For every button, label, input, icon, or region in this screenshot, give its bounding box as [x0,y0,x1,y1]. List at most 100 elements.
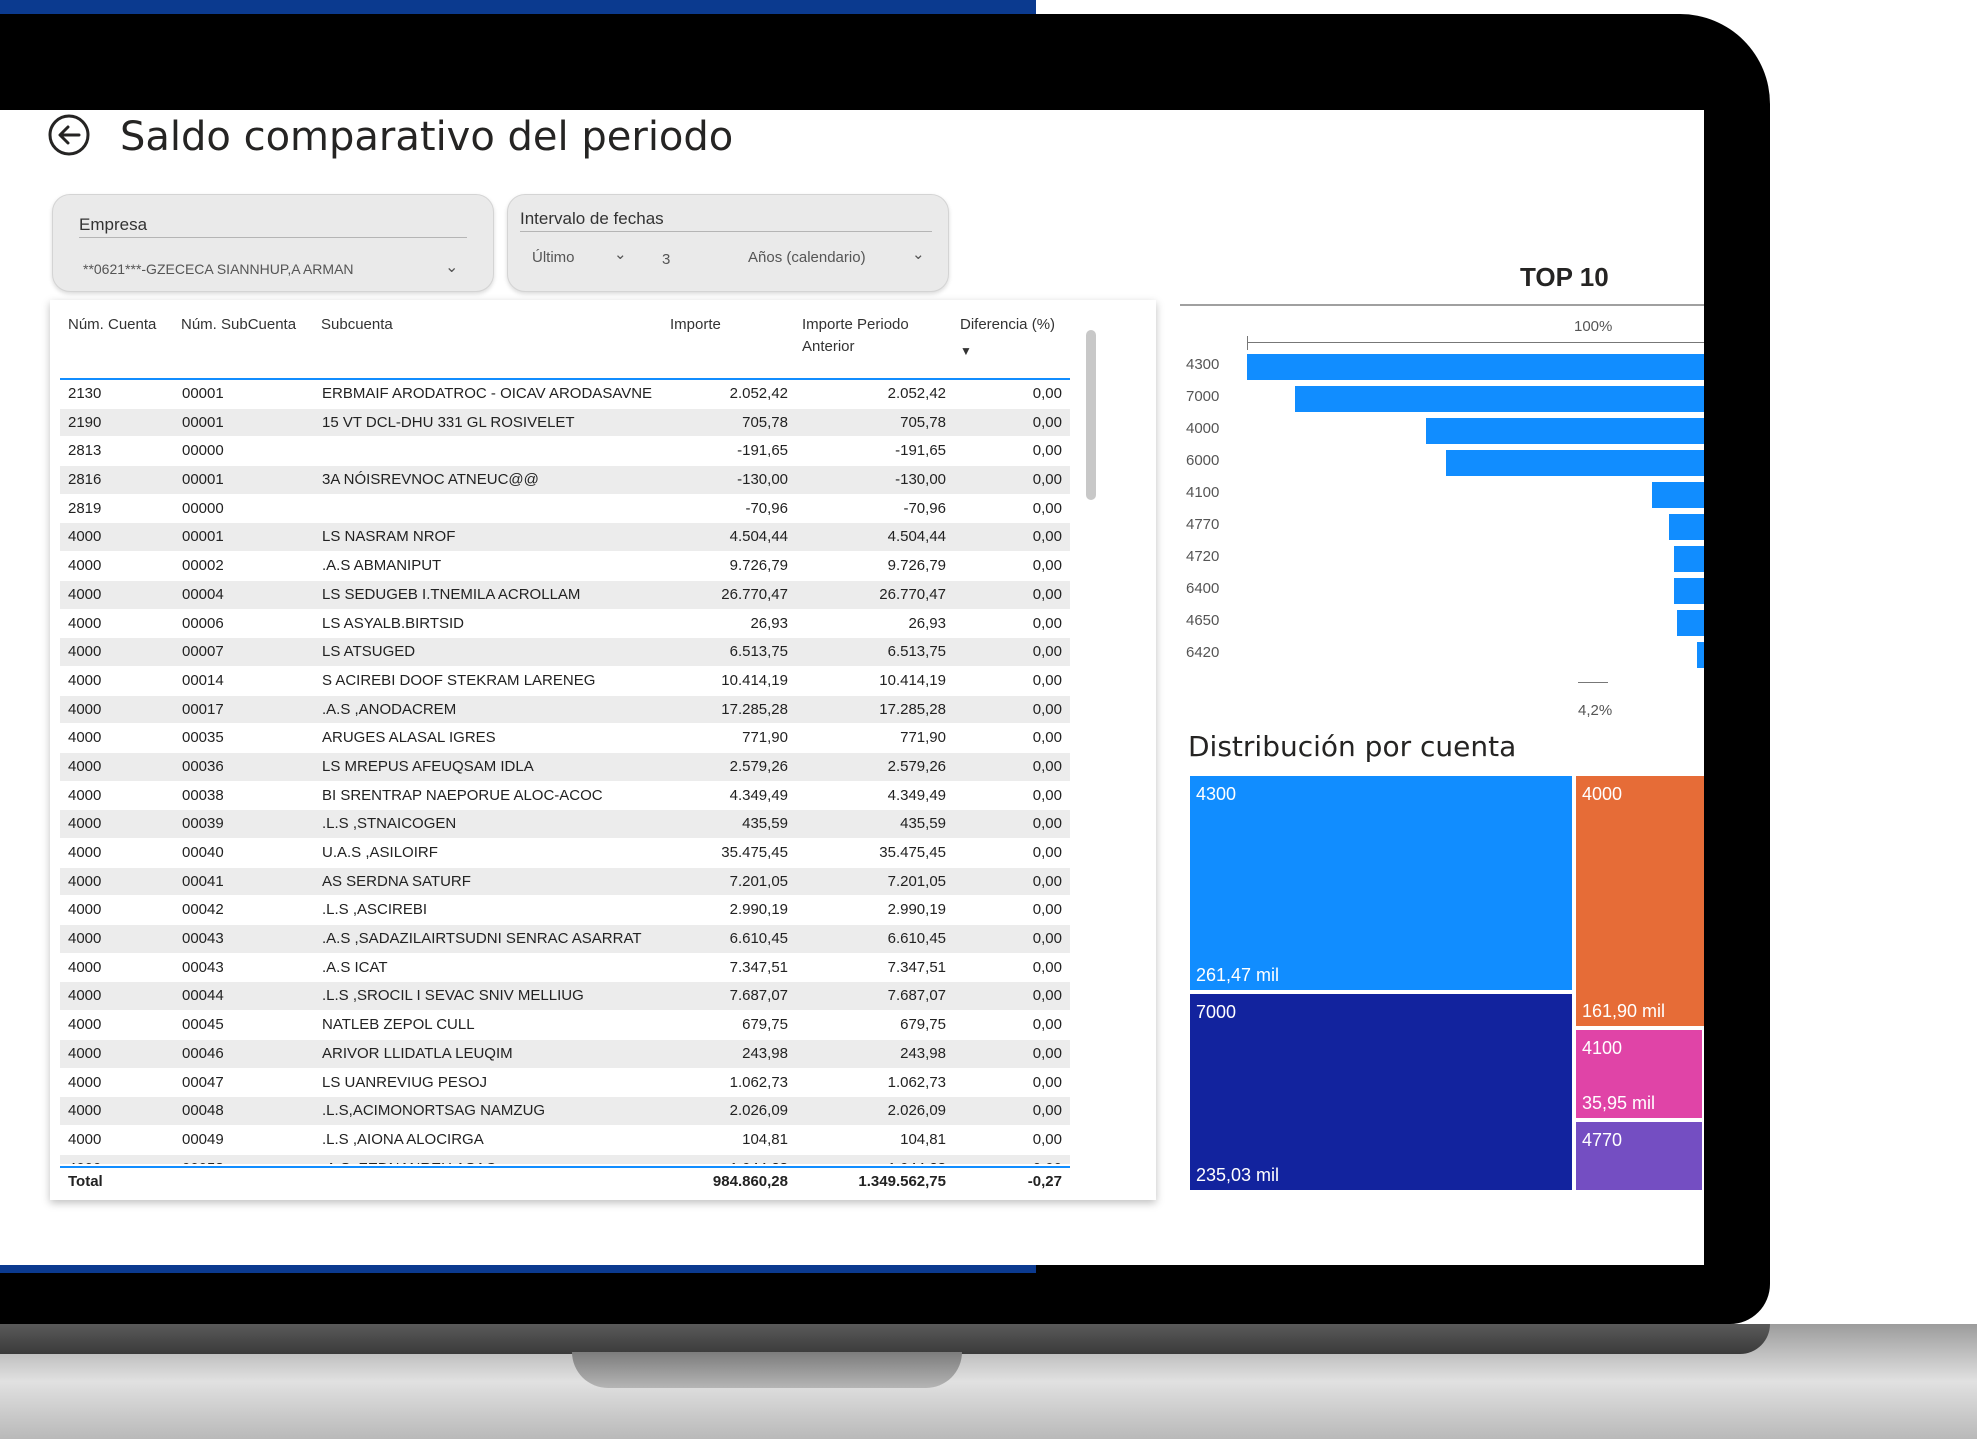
table-cell: 17.285,28 [721,700,788,718]
table-row[interactable]: 4000 00002 .A.S ABMANIPUT 9.726,79 9.726,79 0… [60,552,1070,581]
table-row[interactable]: 4000 00040 U.A.S ,ASILOIRF 35.475,45 35.475,… [60,839,1070,868]
tile-name: 7000 [1196,1002,1237,1022]
tile-value: 235,03 mil [1196,1165,1280,1185]
back-arrow-icon[interactable] [48,114,90,156]
treemap-tile-4770[interactable]: 4770 [1574,1120,1704,1192]
table-cell: 2.990,19 [887,901,946,919]
header-importe[interactable]: Importe [670,314,721,336]
funnel-bar[interactable] [1425,418,1704,444]
table-row[interactable]: 4000 00044 .L.S ,SROCIL I SEVAC SNIV MELLI… [60,982,1070,1012]
table-cell: 0,00 [1032,1073,1062,1091]
table-row[interactable]: 4000 00046 ARIVOR LLIDATLA LEUQIM 243,98 243… [60,1039,1070,1069]
table-row[interactable]: 4000 00039 .L.S ,STNAICOGEN 435,59 435,59 0,0… [60,810,1070,839]
table-row[interactable]: 4000 00048 .L.S,ACIMONORTSAG NAMZUG 2.026,0… [60,1097,1070,1126]
table-row[interactable]: 4000 00038 BI SRENTRAP NAEPORUE ALOC-ACOC 4… [60,782,1070,811]
table-row[interactable]: 4000 00041 AS SERDNA SATURF 7.201,05 7.201,0… [60,867,1070,897]
table-cell: 0,00 [1032,471,1062,489]
relative-mode-dropdown[interactable]: Último [532,249,575,266]
funnel-bar[interactable] [1674,546,1704,572]
header-importe-anterior[interactable]: Importe Periodo Anterior [802,314,932,358]
table-row[interactable]: 4000 00047 LS UANREVIUG PESOJ 1.062,73 1.062… [60,1069,1070,1098]
period-unit-dropdown[interactable]: Años (calendario) [748,249,866,266]
table-cell: -191,65 [895,442,946,460]
table-row[interactable]: 4000 00049 .L.S ,AIONA ALOCIRGA 104,81 104,8… [60,1126,1070,1155]
table-cell: 4000 [68,958,102,976]
funnel-category-label: 4100 [1186,484,1220,501]
header-subcuenta[interactable]: Subcuenta [321,314,393,336]
treemap-tile-7000[interactable]: 7000 235,03 mil [1188,992,1574,1192]
funnel-bar[interactable] [1676,610,1704,636]
treemap-tile-4100[interactable]: 4100 35,95 mil [1574,1028,1704,1120]
table-cell: 771,90 [900,729,946,747]
table-row[interactable]: 4000 00036 LS MREPUS AFEUQSAM IDLA 2.579,26… [60,752,1070,782]
table-row[interactable]: 4000 00006 LS ASYALB.BIRTSID 26,93 26,93 0,00 [60,610,1070,639]
table-cell: 2.026,09 [729,1102,788,1120]
table-row[interactable]: 4000 00035 ARUGES ALASAL IGRES 771,90 771,90… [60,724,1070,753]
table-cell: 00004 [182,585,224,603]
table-row[interactable]: 4000 00004 LS SEDUGEB I.TNEMILA ACROLLAM 26… [60,580,1070,610]
table-cell: 26.770,47 [721,585,788,603]
table-cell: 4000 [68,729,102,747]
treemap-tile-4000[interactable]: 4000 161,90 mil [1574,774,1704,1028]
table-cell: .L.S,ACIMONORTSAG NAMZUG [322,1102,546,1120]
table-cell: 0,00 [1032,844,1062,861]
header-num-subcuenta[interactable]: Núm. SubCuenta [181,314,296,336]
table-cell: 0,00 [1032,1130,1062,1148]
table-cell: ERBMAIF ARODATROC - OICAV ARODASAVNE [322,385,653,402]
header-diferencia[interactable]: Diferencia (%) [960,314,1055,336]
treemap-tile-4300[interactable]: 4300 261,47 mil [1188,774,1574,992]
funnel-bar[interactable] [1669,514,1704,540]
empresa-dropdown-value[interactable]: **0621***-GZECECA SIANNHUP,A ARMAN [83,261,354,277]
table-cell: .A.S ,ZEDNANREH ASAC [322,1155,496,1164]
intervalo-slicer: Intervalo de fechas Último ⌄ 3 Años (cal… [507,194,949,292]
table-cell: 2.990,19 [729,901,788,919]
treemap-title: Distribución por cuenta [1188,730,1517,763]
table-row[interactable]: 4000 00001 LS NASRAM NROF 4.504,44 4.504,44 0… [60,523,1070,553]
table-cell: 0,00 [1032,901,1062,919]
funnel-bar[interactable] [1445,450,1704,476]
table-row[interactable]: 4000 00007 LS ATSUGED 6.513,75 6.513,75 0,00 [60,638,1070,667]
sort-desc-icon[interactable]: ▼ [960,344,972,358]
table-cell: 4000 [68,557,102,575]
table-row[interactable]: 4000 00042 .L.S ,ASCIREBI 2.990,19 2.990,19 0… [60,896,1070,926]
table-cell: 10.414,19 [879,671,946,689]
funnel-bar[interactable] [1247,354,1704,380]
funnel-bar[interactable] [1697,642,1704,668]
table-cell: 00035 [182,729,224,747]
funnel-bar[interactable] [1674,578,1704,604]
table-cell: 705,78 [900,413,946,431]
chevron-down-icon[interactable]: ⌄ [445,257,458,277]
table-cell: 2.579,26 [729,757,788,775]
table-cell: 0,00 [1032,528,1062,546]
table-row[interactable]: 4000 00045 NATLEB ZEPOL CULL 679,75 679,75 0,… [60,1011,1070,1040]
funnel-category-label: 4300 [1186,356,1220,373]
header-num-cuenta[interactable]: Núm. Cuenta [68,314,156,336]
table-cell: .A.S ,SADAZILAIRTSUDNI SENRAC ASARRAT [322,930,642,948]
table-row[interactable]: 4000 00053 .A.S ,ZEDNANREH ASAC 1.044,23 1.0… [60,1154,1070,1164]
table-cell: 00048 [182,1102,224,1120]
table-row[interactable]: 4000 00043 .A.S ,SADAZILAIRTSUDNI SENRAC A… [60,925,1070,954]
table-row[interactable]: 2190 00001 15 VT DCL-DHU 331 GL ROSIVELET 7… [60,408,1070,438]
tile-name: 4100 [1582,1038,1623,1058]
funnel-bar[interactable] [1294,386,1704,412]
table-scrollbar[interactable] [1086,330,1096,500]
chevron-down-icon[interactable]: ⌄ [912,245,925,263]
table-cell: 0,00 [1032,499,1062,517]
table-row[interactable]: 2816 00001 3A NÓISREVNOC ATNEUC@@ -130,00 -1… [60,466,1070,495]
funnel-bar[interactable] [1652,482,1704,508]
table-cell: 4000 [68,700,102,718]
table-cell: 26.770,47 [879,585,946,603]
table-row[interactable]: 4000 00017 .A.S ,ANODACREM 17.285,28 17.285,… [60,695,1070,725]
table-cell: 0,00 [1032,1044,1062,1062]
table-row[interactable]: 4000 00043 .A.S ICAT 7.347,51 7.347,51 0,00 [60,954,1070,983]
tile-value: 161,90 mil [1582,1001,1666,1021]
chevron-down-icon[interactable]: ⌄ [614,245,627,263]
table-row[interactable]: 2819 00000 -70,96 -70,96 0,00 [60,495,1070,524]
table-row[interactable]: 2130 00001 ERBMAIF ARODATROC - OICAV ARODA… [60,380,1070,409]
table-row[interactable]: 4000 00014 S ACIREBI DOOF STEKRAM LARENEG 1… [60,667,1070,696]
period-amount-input[interactable]: 3 [662,251,670,268]
table-cell: 00014 [182,671,224,689]
table-row[interactable]: 2813 00000 -191,65 -191,65 0,00 [60,437,1070,467]
funnel-category-label: 7000 [1186,388,1220,405]
table-cell: .A.S ICAT [322,958,388,976]
